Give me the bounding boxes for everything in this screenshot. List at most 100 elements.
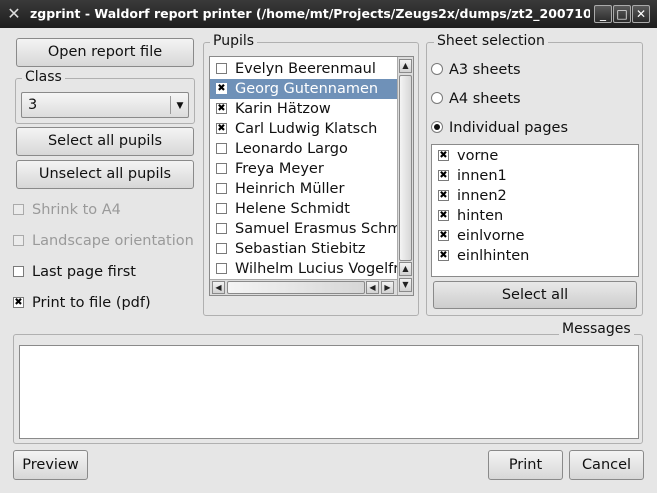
pupil-checkbox[interactable]: ✖	[216, 102, 227, 114]
option-landscape[interactable]: Landscape orientation	[13, 231, 194, 251]
scroll-up-icon[interactable]: ▲	[399, 262, 412, 276]
pupil-name: Carl Ludwig Klatsch	[235, 121, 378, 137]
messages-legend: Messages	[559, 321, 634, 337]
option-print-to-file[interactable]: ✖ Print to file (pdf)	[13, 293, 151, 313]
pupil-item[interactable]: Samuel Erasmus Schm	[210, 219, 397, 239]
pupil-name: Samuel Erasmus Schm	[235, 221, 397, 237]
messages-textarea[interactable]	[19, 345, 639, 439]
pupil-checkbox[interactable]	[216, 162, 227, 174]
option-label: Last page first	[32, 264, 136, 280]
window-title: zgprint - Waldorf report printer (/home/…	[30, 6, 590, 21]
page-label: vorne	[457, 148, 499, 164]
pupil-name: Wilhelm Lucius Vogelfr	[235, 261, 397, 277]
page-label: innen2	[457, 188, 507, 204]
select-all-pupils-button[interactable]: Select all pupils	[16, 127, 194, 156]
pupil-checkbox[interactable]: ✖	[216, 82, 227, 94]
pupil-item[interactable]: Sebastian Stiebitz	[210, 239, 397, 259]
radio-label: A3 sheets	[449, 62, 521, 78]
horizontal-scroll-thumb[interactable]	[227, 281, 365, 294]
sheet-radio-option[interactable]: A3 sheets	[431, 59, 631, 88]
pupil-checkbox[interactable]	[216, 222, 227, 234]
pupil-item[interactable]: ✖ Georg Gutennamen	[210, 79, 397, 99]
app-icon[interactable]: ✕	[4, 4, 24, 24]
pupils-list[interactable]: Evelyn Beerenmaul ✖ Georg Gutennamen ✖ Karin…	[209, 56, 414, 296]
scroll-up-icon[interactable]: ▲	[399, 59, 412, 73]
pupil-checkbox[interactable]: ✖	[216, 122, 227, 134]
page-item[interactable]: ✖ vorne	[432, 146, 638, 166]
horizontal-scrollbar[interactable]: ◀ ◀ ▶	[210, 279, 397, 295]
maximize-button[interactable]: □	[613, 5, 631, 23]
page-label: hinten	[457, 208, 504, 224]
pages-list[interactable]: ✖ vorne ✖ innen1 ✖ innen2 ✖ hinten ✖ einlvorne ✖ ei…	[431, 144, 639, 277]
pupil-item[interactable]: Leonardo Largo	[210, 139, 397, 159]
page-item[interactable]: ✖ innen2	[432, 186, 638, 206]
option-label: Landscape orientation	[32, 233, 194, 249]
scroll-down-icon[interactable]: ▼	[399, 278, 412, 292]
sheet-radio-option[interactable]: A4 sheets	[431, 88, 631, 117]
pupil-name: Freya Meyer	[235, 161, 324, 177]
shrink-checkbox[interactable]	[13, 203, 24, 215]
option-last-page-first[interactable]: Last page first	[13, 262, 136, 282]
pupil-checkbox[interactable]	[216, 202, 227, 214]
pupil-item[interactable]: Heinrich Müller	[210, 179, 397, 199]
pupil-item[interactable]: Wilhelm Lucius Vogelfr	[210, 259, 397, 279]
scroll-left-icon[interactable]: ◀	[366, 281, 379, 294]
pupil-checkbox[interactable]	[216, 242, 227, 254]
vertical-scrollbar[interactable]: ▲ ▲ ▼	[397, 57, 413, 295]
preview-button[interactable]: Preview	[13, 450, 88, 480]
chevron-down-icon[interactable]: ▼	[173, 97, 187, 115]
last-page-first-checkbox[interactable]	[13, 265, 24, 277]
pupil-name: Karin Hätzow	[235, 101, 331, 117]
cancel-button[interactable]: Cancel	[569, 450, 644, 480]
radio-button[interactable]	[431, 121, 443, 133]
class-value: 3	[28, 97, 38, 113]
print-button[interactable]: Print	[488, 450, 563, 480]
page-checkbox[interactable]: ✖	[438, 209, 449, 221]
sheet-radio-option[interactable]: Individual pages	[431, 117, 631, 146]
pupil-rows: Evelyn Beerenmaul ✖ Georg Gutennamen ✖ Karin…	[210, 59, 397, 295]
pupil-checkbox[interactable]	[216, 262, 227, 274]
select-all-pages-button[interactable]: Select all	[433, 281, 637, 309]
pupil-checkbox[interactable]	[216, 182, 227, 194]
radio-button[interactable]	[431, 63, 443, 75]
dropdown-divider	[170, 96, 171, 114]
page-checkbox[interactable]: ✖	[438, 229, 449, 241]
pupil-name: Heinrich Müller	[235, 181, 345, 197]
page-label: einlhinten	[457, 248, 530, 264]
page-item[interactable]: ✖ hinten	[432, 206, 638, 226]
pupil-name: Sebastian Stiebitz	[235, 241, 366, 257]
page-label: einlvorne	[457, 228, 525, 244]
pupil-item[interactable]: ✖ Carl Ludwig Klatsch	[210, 119, 397, 139]
landscape-checkbox[interactable]	[13, 234, 24, 246]
pupil-item[interactable]: Helene Schmidt	[210, 199, 397, 219]
option-shrink-to-a4[interactable]: Shrink to A4	[13, 200, 121, 220]
page-checkbox[interactable]: ✖	[438, 149, 449, 161]
unselect-all-pupils-button[interactable]: Unselect all pupils	[16, 160, 194, 189]
page-checkbox[interactable]: ✖	[438, 189, 449, 201]
radio-button[interactable]	[431, 92, 443, 104]
pupil-item[interactable]: Freya Meyer	[210, 159, 397, 179]
page-label: innen1	[457, 168, 507, 184]
print-to-file-checkbox[interactable]: ✖	[13, 296, 24, 308]
minimize-button[interactable]: _	[594, 5, 612, 23]
page-checkbox[interactable]: ✖	[438, 249, 449, 261]
pupil-name: Georg Gutennamen	[235, 81, 379, 97]
sheet-selection-legend: Sheet selection	[434, 33, 548, 49]
open-report-file-button[interactable]: Open report file	[16, 38, 194, 67]
pupil-checkbox[interactable]	[216, 142, 227, 154]
vertical-scroll-thumb[interactable]	[399, 75, 412, 261]
class-legend: Class	[22, 69, 65, 85]
page-checkbox[interactable]: ✖	[438, 169, 449, 181]
pupil-item[interactable]: ✖ Karin Hätzow	[210, 99, 397, 119]
scroll-right-icon[interactable]: ▶	[381, 281, 394, 294]
close-button[interactable]: ✕	[632, 5, 650, 23]
title-bar[interactable]: ✕ zgprint - Waldorf report printer (/hom…	[0, 0, 657, 28]
page-item[interactable]: ✖ innen1	[432, 166, 638, 186]
page-item[interactable]: ✖ einlvorne	[432, 226, 638, 246]
scroll-left-icon[interactable]: ◀	[212, 281, 225, 294]
pupil-item[interactable]: Evelyn Beerenmaul	[210, 59, 397, 79]
class-dropdown[interactable]: 3 ▼	[21, 92, 189, 118]
sheet-radios: A3 sheets A4 sheets Individual pages	[431, 59, 631, 146]
pupil-checkbox[interactable]	[216, 62, 227, 74]
page-item[interactable]: ✖ einlhinten	[432, 246, 638, 266]
